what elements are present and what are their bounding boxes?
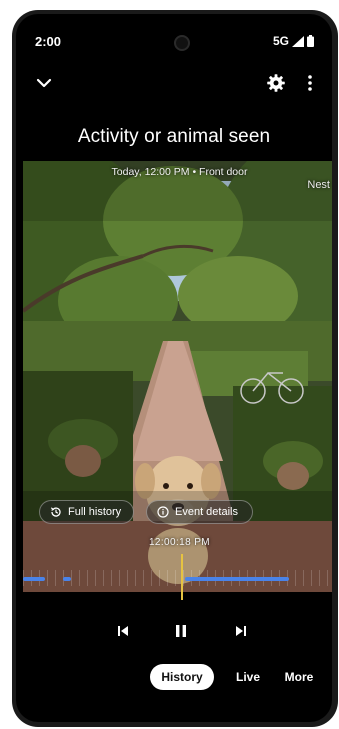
timeline-tick: [119, 570, 120, 586]
timeline-tick: [47, 570, 48, 586]
top-app-bar: [16, 69, 332, 99]
timeline-tick: [79, 570, 80, 586]
timeline-tick: [319, 570, 320, 586]
history-icon: [50, 507, 61, 517]
timeline-tick: [311, 570, 312, 586]
full-history-button[interactable]: Full history: [39, 500, 134, 524]
event-subtitle: Today, 12:00 PM • Front door: [111, 166, 248, 178]
event-details-button[interactable]: Event details: [146, 500, 253, 524]
timeline-tick: [71, 570, 72, 586]
timeline-tick: [55, 570, 56, 586]
gear-icon[interactable]: [264, 71, 288, 95]
screen: 2:00 5G Activity or animal seen Today, 1…: [16, 14, 332, 722]
timeline-event-segment[interactable]: [185, 577, 289, 581]
tab-history[interactable]: History: [150, 664, 214, 690]
info-icon: [157, 506, 169, 518]
timeline-tick: [303, 570, 304, 586]
pause-icon[interactable]: [170, 620, 192, 642]
skip-next-icon[interactable]: [230, 620, 252, 642]
full-history-label: Full history: [68, 506, 122, 518]
timeline-tick: [135, 570, 136, 586]
timeline-tick: [143, 570, 144, 586]
playback-controls: [16, 620, 332, 642]
timeline-tick: [327, 570, 328, 586]
event-timeline[interactable]: [23, 554, 332, 606]
timeline-tick: [295, 570, 296, 586]
timeline-playhead[interactable]: [181, 554, 183, 600]
skip-previous-icon[interactable]: [112, 620, 134, 642]
timeline-event-segment[interactable]: [23, 577, 45, 581]
status-bar: 2:00 5G: [16, 34, 332, 52]
tab-more[interactable]: More: [277, 664, 321, 690]
timeline-event-segment[interactable]: [63, 577, 71, 581]
timeline-tick: [151, 570, 152, 586]
camera-feed-image: [23, 161, 332, 592]
timeline-tick: [159, 570, 160, 586]
network-label: 5G: [272, 34, 289, 48]
front-camera: [174, 35, 190, 51]
signal-icon: [292, 35, 304, 47]
event-details-label: Event details: [175, 506, 238, 518]
playback-timestamp: 12:00:18 PM: [148, 537, 211, 548]
timeline-tick: [183, 570, 184, 586]
battery-icon: [307, 35, 314, 47]
nest-watermark: Nest: [307, 179, 330, 191]
timeline-tick: [111, 570, 112, 586]
chevron-down-icon[interactable]: [32, 71, 56, 95]
phone-frame: 2:00 5G Activity or animal seen Today, 1…: [12, 10, 338, 727]
bottom-tabs: History Live More: [16, 664, 332, 690]
status-indicators: 5G: [273, 34, 314, 48]
more-vert-icon[interactable]: [300, 71, 320, 95]
timeline-tick: [95, 570, 96, 586]
event-title: Activity or animal seen: [77, 126, 271, 147]
timeline-tick: [167, 570, 168, 586]
video-player[interactable]: Today, 12:00 PM • Front door Nest Full h…: [23, 161, 332, 592]
timeline-tick: [175, 570, 176, 586]
timeline-tick: [87, 570, 88, 586]
timeline-tick: [103, 570, 104, 586]
status-time: 2:00: [35, 34, 62, 49]
tab-live[interactable]: Live: [228, 664, 268, 690]
timeline-tick: [127, 570, 128, 586]
